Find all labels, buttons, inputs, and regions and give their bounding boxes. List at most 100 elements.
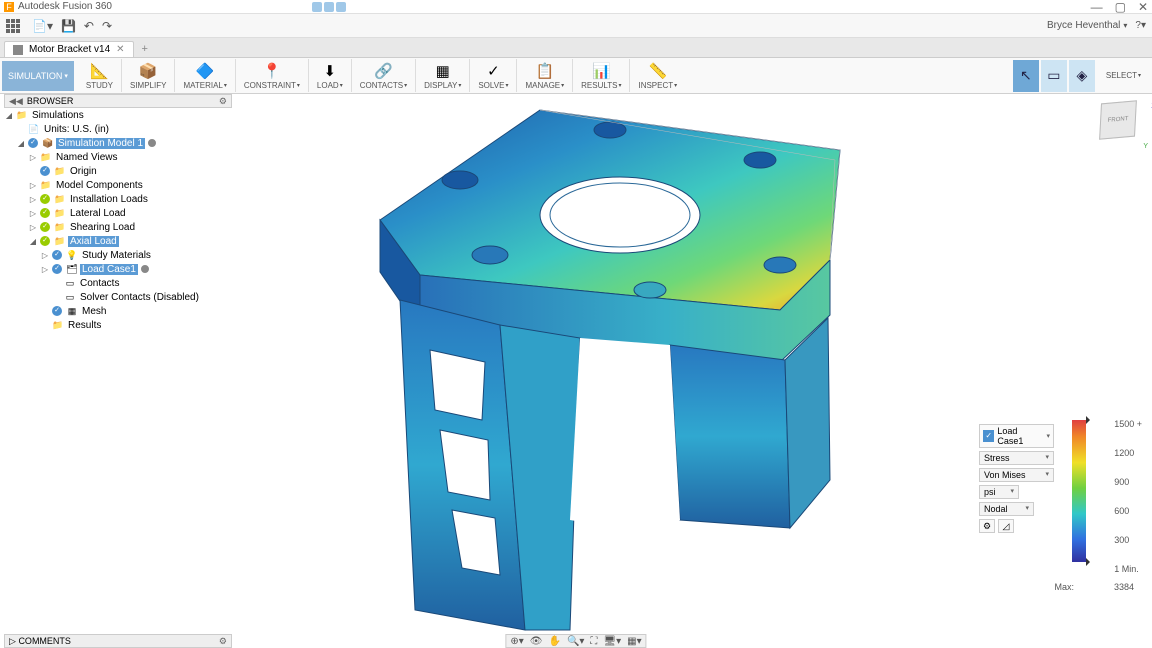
tree-node-contacts[interactable]: ▭Contacts <box>4 276 232 290</box>
tree-node-named-views[interactable]: ▷📁Named Views <box>4 150 232 164</box>
tree-node-shearing-load[interactable]: ▷✓📁Shearing Load <box>4 220 232 234</box>
expand-icon[interactable]: ▷ <box>28 181 38 190</box>
expand-icon[interactable]: ▷ <box>28 209 38 218</box>
view-cube[interactable]: FRONT YZX <box>1094 96 1142 144</box>
user-menu[interactable]: Bryce Heventhal <box>1047 20 1127 31</box>
expand-icon[interactable]: ▷ <box>28 223 38 232</box>
look-icon[interactable]: 👁 <box>530 636 543 647</box>
browser-header[interactable]: ◀◀ BROWSER ⚙ <box>4 94 232 108</box>
visibility-toggle[interactable]: ✓ <box>40 236 50 246</box>
browser-collapse-icon[interactable]: ◀◀ <box>9 96 23 107</box>
visibility-toggle[interactable]: ✓ <box>52 306 62 316</box>
visibility-toggle[interactable]: ✓ <box>28 138 38 148</box>
tree-node-model-components[interactable]: ▷📁Model Components <box>4 178 232 192</box>
document-tab[interactable]: Motor Bracket v14 ✕ <box>4 41 134 57</box>
help-icon[interactable]: ?▾ <box>1135 20 1146 31</box>
ribbon-inspect-button[interactable]: 📏INSPECT <box>630 59 686 92</box>
results-deform-icon[interactable]: ◿ <box>998 519 1014 533</box>
workspace-selector[interactable]: SIMULATION <box>2 61 74 91</box>
maximize-button[interactable]: ▢ <box>1115 0 1126 14</box>
ribbon-manage-button[interactable]: 📋MANAGE <box>517 59 573 92</box>
tree-node-axial-load[interactable]: ◢✓📁Axial Load <box>4 234 232 248</box>
tree-node-simulations[interactable]: ◢📁Simulations <box>4 108 232 122</box>
close-button[interactable]: ✕ <box>1138 0 1148 14</box>
window-controls: — ▢ ✕ <box>1091 0 1148 14</box>
visibility-toggle[interactable]: ✓ <box>40 222 50 232</box>
select-paint-button[interactable]: ◈ <box>1069 60 1095 92</box>
tab-close-icon[interactable]: ✕ <box>116 44 124 55</box>
ribbon-contacts-button[interactable]: 🔗CONTACTS <box>352 59 416 92</box>
active-toggle[interactable] <box>141 265 149 273</box>
fit-icon[interactable]: ⛶ <box>590 636 597 647</box>
comments-settings-icon[interactable]: ⚙ <box>219 636 227 647</box>
center-btn-1[interactable] <box>312 2 322 12</box>
node-label: Origin <box>68 166 99 177</box>
visibility-toggle[interactable]: ✓ <box>40 166 50 176</box>
tree-node-solver-contacts-disabled-[interactable]: ▭Solver Contacts (Disabled) <box>4 290 232 304</box>
center-btn-3[interactable] <box>336 2 346 12</box>
visibility-toggle[interactable]: ✓ <box>40 208 50 218</box>
node-label: Solver Contacts (Disabled) <box>78 292 201 303</box>
expand-icon[interactable]: ▷ <box>40 265 50 274</box>
ribbon-load-button[interactable]: ⬇LOAD <box>309 59 352 92</box>
result-subtype-selector[interactable]: Von Mises <box>979 468 1054 482</box>
ribbon-simplify-button[interactable]: 📦SIMPLIFY <box>122 59 175 92</box>
ribbon-solve-button[interactable]: ✓SOLVE <box>470 59 517 92</box>
visibility-toggle[interactable]: ✓ <box>52 250 62 260</box>
tree-node-results[interactable]: 📁Results <box>4 318 232 332</box>
ribbon-material-button[interactable]: 🔷MATERIAL <box>175 59 235 92</box>
tree-node-load-case1[interactable]: ▷✓🗂Load Case1 <box>4 262 232 276</box>
tree-node-units-u-s-in-[interactable]: 📄Units: U.S. (in) <box>4 122 232 136</box>
browser-settings-icon[interactable]: ⚙ <box>219 96 227 107</box>
save-icon[interactable]: 💾 <box>61 19 76 33</box>
expand-icon[interactable]: ▷ <box>40 251 50 260</box>
loadcase-selector[interactable]: ✓ Load Case1 <box>979 424 1054 448</box>
result-unit-selector[interactable]: psi <box>979 485 1019 499</box>
model-view[interactable] <box>340 100 860 640</box>
expand-icon[interactable]: ◢ <box>16 139 26 148</box>
zoom-icon[interactable]: 🔍▾ <box>567 636 584 647</box>
result-type-selector[interactable]: Stress <box>979 451 1054 465</box>
expand-icon[interactable]: ◢ <box>4 111 14 120</box>
tree-node-mesh[interactable]: ✓▦Mesh <box>4 304 232 318</box>
comments-expand-icon[interactable]: ▷ <box>9 636 16 647</box>
undo-icon[interactable]: ↶ <box>84 19 94 33</box>
tree-node-simulation-model-1[interactable]: ◢✓📦Simulation Model 1 <box>4 136 232 150</box>
ribbon-constraint-button[interactable]: 📍CONSTRAINT <box>236 59 309 92</box>
ribbon-display-button[interactable]: ▦DISPLAY <box>416 59 470 92</box>
select-mouse-button[interactable]: ↖ <box>1013 60 1039 92</box>
color-legend[interactable] <box>1068 420 1090 572</box>
tree-node-lateral-load[interactable]: ▷✓📁Lateral Load <box>4 206 232 220</box>
ribbon-results-button[interactable]: 📊RESULTS <box>573 59 630 92</box>
legend-tick: 900 <box>1114 478 1142 507</box>
visibility-toggle[interactable]: ✓ <box>40 194 50 204</box>
display-icon[interactable]: 🖥▾ <box>603 636 621 647</box>
pan-icon[interactable]: ✋ <box>548 636 560 647</box>
results-settings-icon[interactable]: ⚙ <box>979 519 995 533</box>
tree-node-installation-loads[interactable]: ▷✓📁Installation Loads <box>4 192 232 206</box>
expand-icon[interactable]: ◢ <box>28 237 38 246</box>
select-dropdown[interactable]: SELECT <box>1098 69 1150 82</box>
ribbon-study-button[interactable]: 📐STUDY <box>78 59 122 92</box>
node-label: Load Case1 <box>80 264 138 275</box>
grid-icon[interactable]: ▦▾ <box>627 636 641 647</box>
orbit-icon[interactable]: ⊕▾ <box>510 636 523 647</box>
minimize-button[interactable]: — <box>1091 0 1103 14</box>
expand-icon[interactable]: ▷ <box>28 195 38 204</box>
new-file-icon[interactable]: 📄▾ <box>32 19 53 33</box>
tree-node-origin[interactable]: ✓📁Origin <box>4 164 232 178</box>
tree-node-study-materials[interactable]: ▷✓💡Study Materials <box>4 248 232 262</box>
app-launcher-icon[interactable] <box>6 19 20 33</box>
visibility-toggle[interactable]: ✓ <box>52 264 62 274</box>
legend-min-handle[interactable] <box>1086 558 1094 566</box>
legend-max-handle[interactable] <box>1086 416 1094 424</box>
new-tab-button[interactable]: + <box>134 41 156 57</box>
redo-icon[interactable]: ↷ <box>102 19 112 33</box>
result-averaging-selector[interactable]: Nodal <box>979 502 1034 516</box>
comments-panel[interactable]: ▷ COMMENTS ⚙ <box>4 634 232 648</box>
select-window-button[interactable]: ▭ <box>1041 60 1067 92</box>
active-toggle[interactable] <box>148 139 156 147</box>
expand-icon[interactable]: ▷ <box>28 153 38 162</box>
legend-labels: 1500 +12009006003001 Min. <box>1114 420 1142 594</box>
center-btn-2[interactable] <box>324 2 334 12</box>
